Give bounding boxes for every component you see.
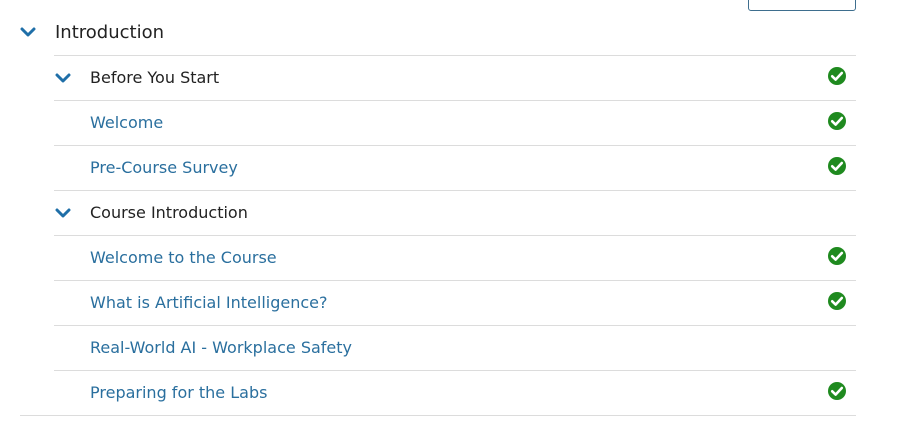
lesson-row: Preparing for the Labs — [54, 370, 856, 415]
chevron-down-icon — [55, 72, 71, 84]
lesson-row: Welcome to the Course — [54, 235, 856, 280]
completed-check-icon — [827, 66, 847, 86]
course-outline-page: Introduction Before You Start Welcome Pr… — [0, 0, 908, 426]
divider — [20, 415, 856, 416]
chevron-down-icon — [55, 207, 71, 219]
completed-check-icon — [827, 246, 847, 266]
outline-list: Before You Start Welcome Pre-Course Surv… — [54, 55, 856, 415]
chevron-down-icon — [20, 27, 36, 39]
lesson-row: Welcome — [54, 100, 856, 145]
subsection-title: Before You Start — [90, 68, 220, 87]
completed-check-icon — [827, 156, 847, 176]
lesson-link-welcome[interactable]: Welcome — [90, 113, 163, 133]
completed-check-icon — [827, 111, 847, 131]
lesson-row: What is Artificial Intelligence? — [54, 280, 856, 325]
subsection-header-before-you-start[interactable]: Before You Start — [54, 55, 856, 100]
lesson-link-preparing-for-the-labs[interactable]: Preparing for the Labs — [90, 383, 267, 403]
completed-check-icon — [827, 291, 847, 311]
lesson-row: Pre-Course Survey — [54, 145, 856, 190]
completed-check-icon — [827, 381, 847, 401]
lesson-link-welcome-to-the-course[interactable]: Welcome to the Course — [90, 248, 277, 268]
lesson-link-what-is-ai[interactable]: What is Artificial Intelligence? — [90, 293, 327, 313]
subsection-title: Course Introduction — [90, 203, 248, 222]
section-header-introduction[interactable]: Introduction — [20, 10, 856, 55]
lesson-link-pre-course-survey[interactable]: Pre-Course Survey — [90, 158, 238, 178]
lesson-row: Real-World AI - Workplace Safety — [54, 325, 856, 370]
lesson-link-real-world-ai-workplace-safety[interactable]: Real-World AI - Workplace Safety — [90, 338, 352, 358]
section-title: Introduction — [55, 22, 165, 43]
subsection-header-course-introduction[interactable]: Course Introduction — [54, 190, 856, 235]
